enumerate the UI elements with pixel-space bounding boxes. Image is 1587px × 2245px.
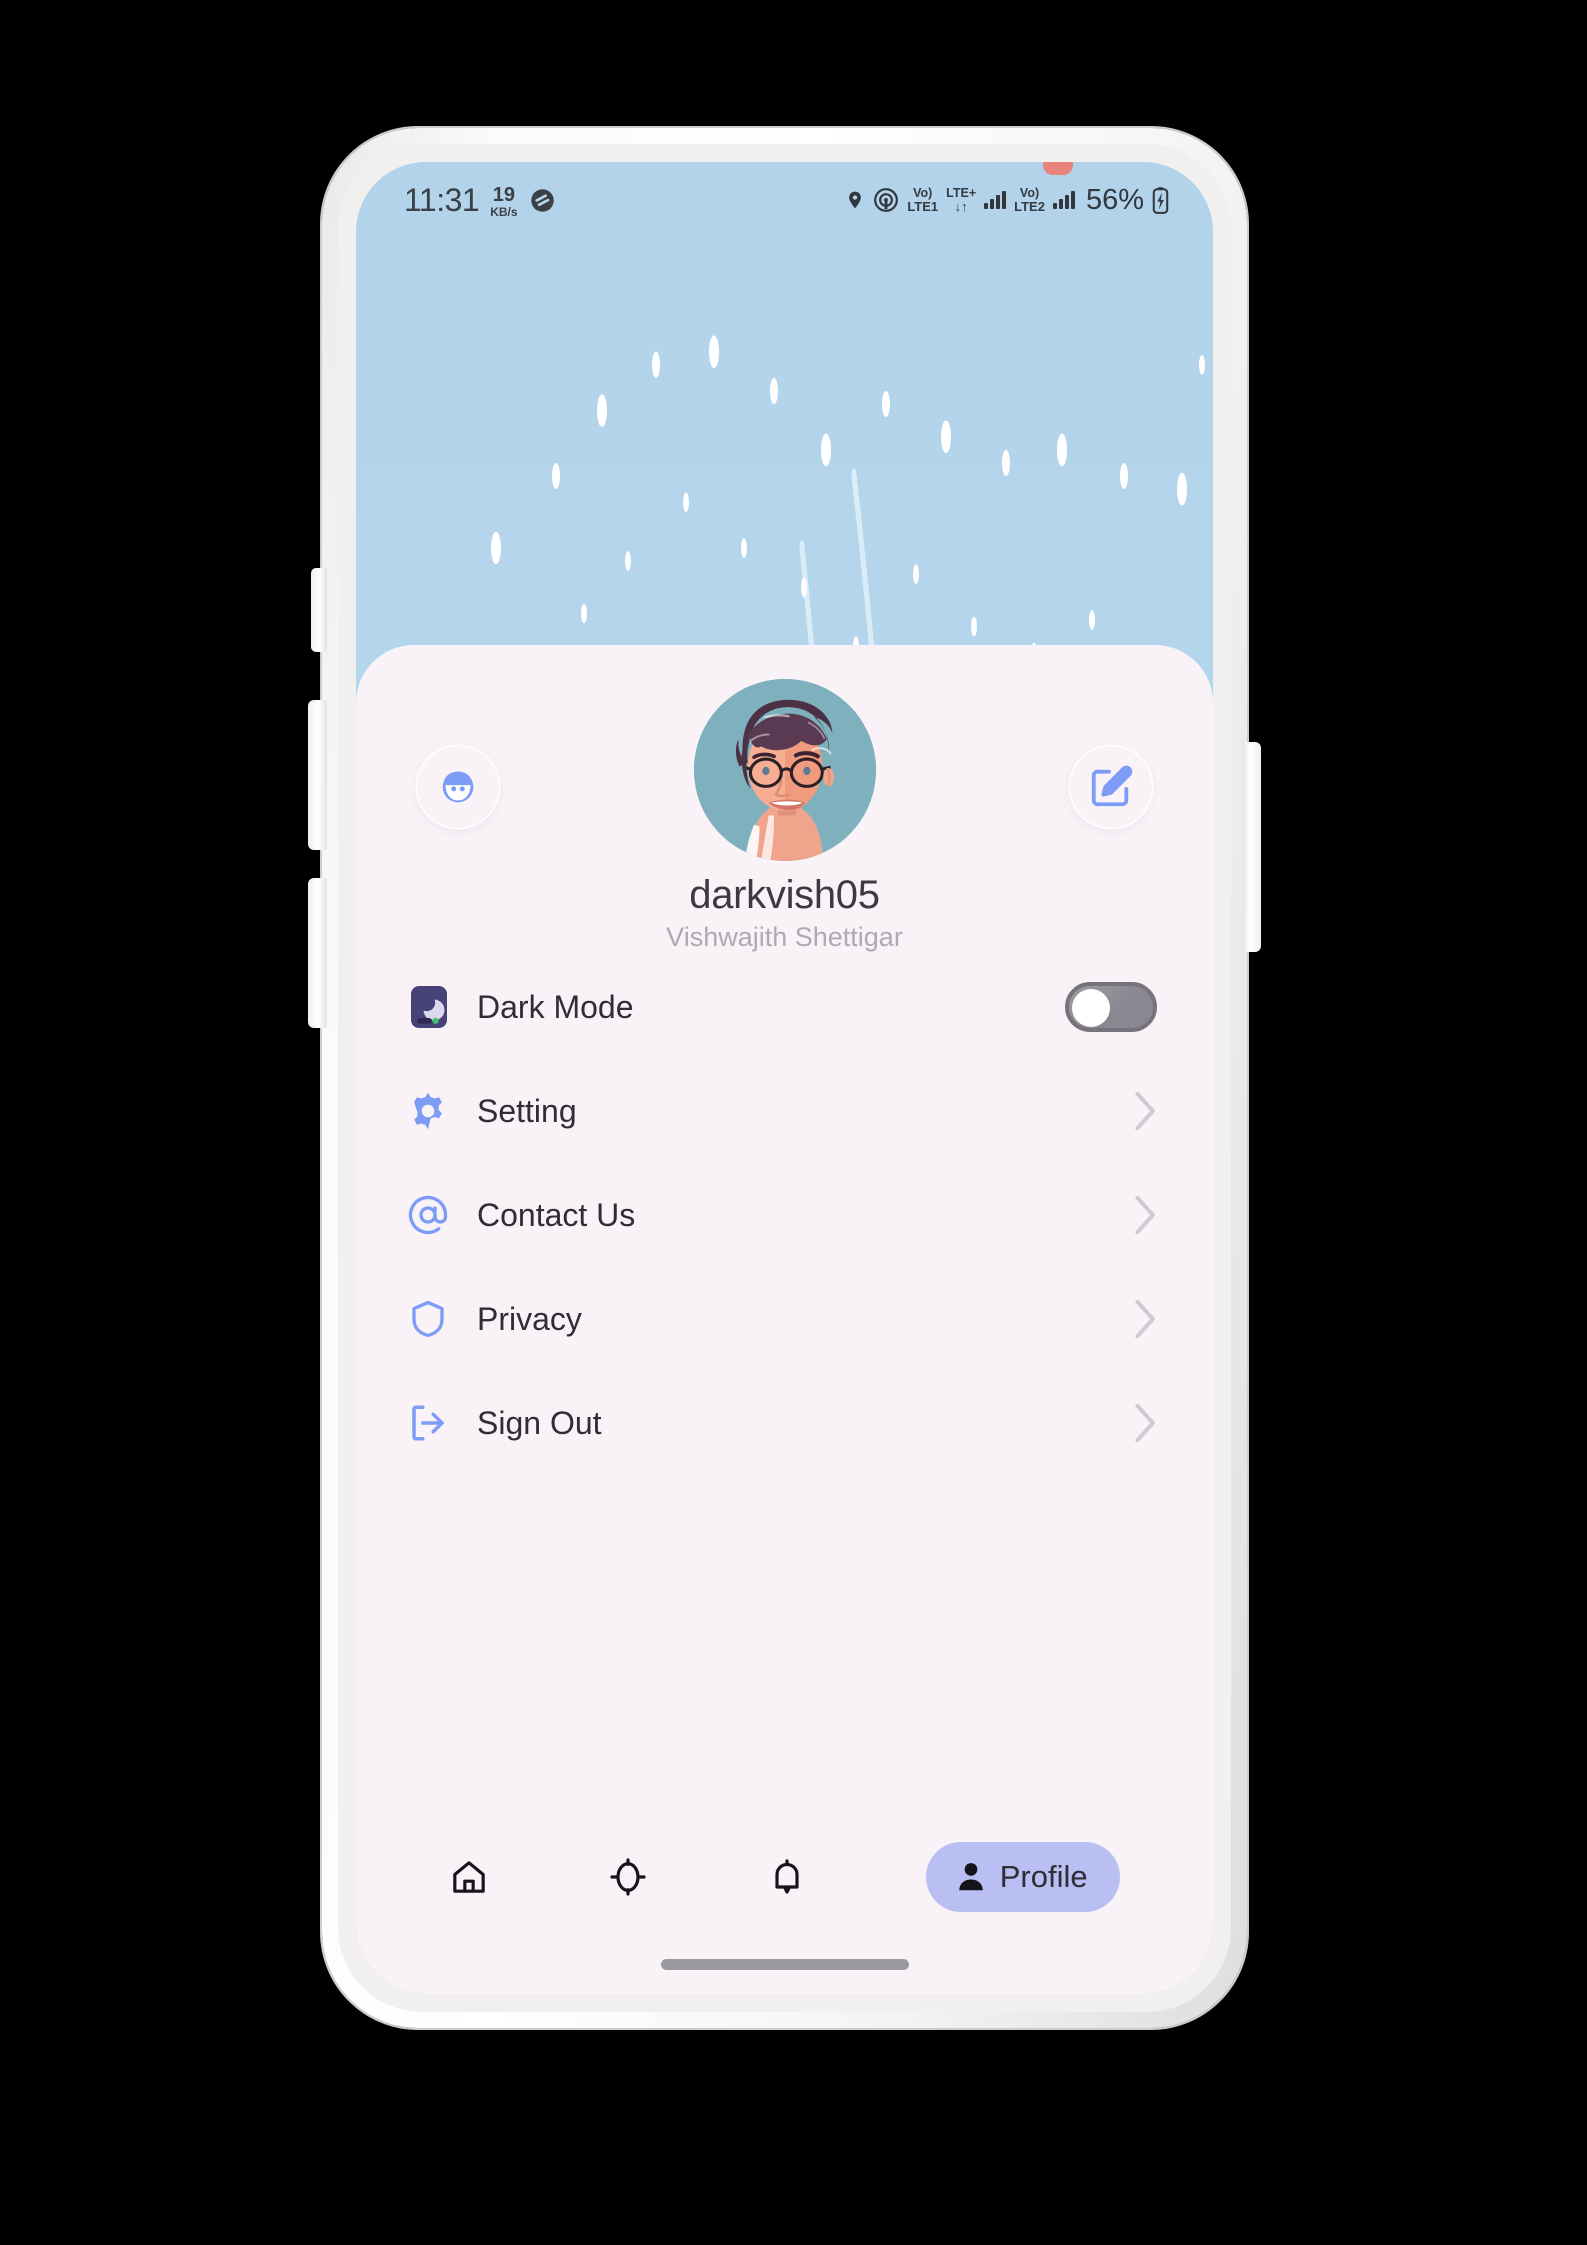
status-bar-right: Vo) LTE1 LTE+ ↓↑ Vo) LTE2 56%: [845, 184, 1169, 217]
profile-username: darkvish05: [689, 873, 880, 917]
sim2-network-label: LTE2: [1014, 198, 1045, 214]
status-bar: 11:31 19 KB/s Vo) LTE1 LTE+ ↓↑ Vo) LTE2 …: [356, 162, 1213, 238]
shield-glyph: [412, 1300, 444, 1338]
sim1-network-label: LTE1: [907, 198, 939, 214]
chevron-right-icon: [1135, 1404, 1155, 1442]
menu-label-setting: Setting: [477, 1092, 577, 1129]
avatar-picker-button[interactable]: [417, 746, 499, 828]
gear-icon: [407, 1090, 463, 1132]
gear-glyph: [414, 1092, 442, 1130]
at-sign-glyph: [408, 1195, 448, 1235]
person-icon: [959, 1863, 983, 1891]
profile-header: darkvish05 Vishwajith Shettigar: [356, 645, 1213, 955]
bottom-navigation-bar: Profile: [356, 1822, 1213, 1932]
menu-label-privacy: Privacy: [477, 1300, 582, 1337]
silent-switch-button[interactable]: [311, 568, 327, 652]
profile-avatar[interactable]: [693, 679, 876, 861]
menu-row-contact-us[interactable]: Contact Us: [356, 1163, 1213, 1267]
volume-up-button[interactable]: [308, 700, 327, 850]
network-speed-value: 19: [492, 183, 515, 206]
network-type-indicator: LTE+ ↓↑: [946, 187, 976, 213]
edit-pencil-icon: [1091, 765, 1133, 807]
sign-out-icon: [407, 1402, 463, 1444]
status-time: 11:31: [404, 181, 480, 218]
home-indicator[interactable]: [660, 1959, 909, 1970]
chevron-right-icon: [1135, 1196, 1155, 1234]
nav-item-notifications[interactable]: [767, 1857, 807, 1897]
nav-item-explore[interactable]: [608, 1857, 648, 1897]
nav-item-profile[interactable]: Profile: [925, 1842, 1120, 1912]
profile-names: darkvish05 Vishwajith Shettigar: [356, 873, 1213, 953]
sim1-signal-bars: [984, 191, 1007, 209]
menu-label-dark-mode: Dark Mode: [477, 988, 634, 1025]
screenshot-stage: 11:31 19 KB/s Vo) LTE1 LTE+ ↓↑ Vo) LTE2 …: [0, 0, 1587, 2245]
menu-label-sign-out: Sign Out: [477, 1404, 602, 1441]
dark-mode-toggle[interactable]: [1065, 982, 1157, 1032]
settings-menu-list: Dark Mode Setting Contact Us Privacy Sig…: [356, 955, 1213, 1475]
phone-screen: 11:31 19 KB/s Vo) LTE1 LTE+ ↓↑ Vo) LTE2 …: [356, 162, 1213, 1994]
menu-row-dark-mode[interactable]: Dark Mode: [356, 955, 1213, 1059]
sim2-signal-bars: [1052, 191, 1075, 209]
volume-down-button[interactable]: [308, 878, 327, 1028]
nav-label-profile: Profile: [999, 1859, 1088, 1894]
bell-notification-icon: [775, 1859, 799, 1894]
shield-icon: [407, 1298, 463, 1340]
network-speed-unit: KB/s: [490, 204, 518, 219]
menu-row-sign-out[interactable]: Sign Out: [356, 1371, 1213, 1475]
power-button[interactable]: [1242, 742, 1261, 952]
at-sign-icon: [407, 1194, 463, 1236]
chevron-right-icon: [1135, 1300, 1155, 1338]
user-avatar-illustration: [693, 679, 876, 861]
do-not-disturb-icon: [530, 188, 554, 212]
profile-card: darkvish05 Vishwajith Shettigar Dark Mod…: [356, 645, 1213, 1994]
sign-out-glyph: [412, 1405, 444, 1441]
menu-label-contact-us: Contact Us: [477, 1196, 636, 1233]
nav-item-home[interactable]: [449, 1857, 489, 1897]
sim2-volte-label: Vo): [1019, 186, 1040, 200]
menu-row-privacy[interactable]: Privacy: [356, 1267, 1213, 1371]
avatar-face-icon: [442, 771, 474, 803]
toggle-knob: [1072, 989, 1110, 1027]
sim2-indicator: Vo) LTE2: [1014, 187, 1045, 213]
data-transfer-arrows: ↓↑: [954, 198, 968, 214]
network-speed: 19 KB/s: [490, 185, 517, 218]
chevron-right-icon: [1135, 1092, 1155, 1130]
sim1-indicator: Vo) LTE1: [907, 187, 938, 213]
network-type-label: LTE+: [946, 186, 977, 200]
battery-percent-label: 56%: [1085, 183, 1144, 216]
moon-dark-mode-glyph: [411, 986, 447, 1028]
explore-compass-icon: [610, 1858, 646, 1896]
home-icon: [453, 1861, 486, 1893]
profile-fullname: Vishwajith Shettigar: [666, 922, 903, 952]
hotspot-icon: [874, 188, 899, 212]
moon-dark-mode-icon: [407, 985, 463, 1029]
sim1-volte-label: Vo): [913, 186, 933, 200]
status-bar-left: 11:31 19 KB/s: [404, 182, 556, 219]
battery-charging-icon: [1152, 186, 1169, 214]
location-pin-icon: [849, 191, 862, 209]
edit-profile-button[interactable]: [1070, 746, 1152, 828]
menu-row-setting[interactable]: Setting: [356, 1059, 1213, 1163]
